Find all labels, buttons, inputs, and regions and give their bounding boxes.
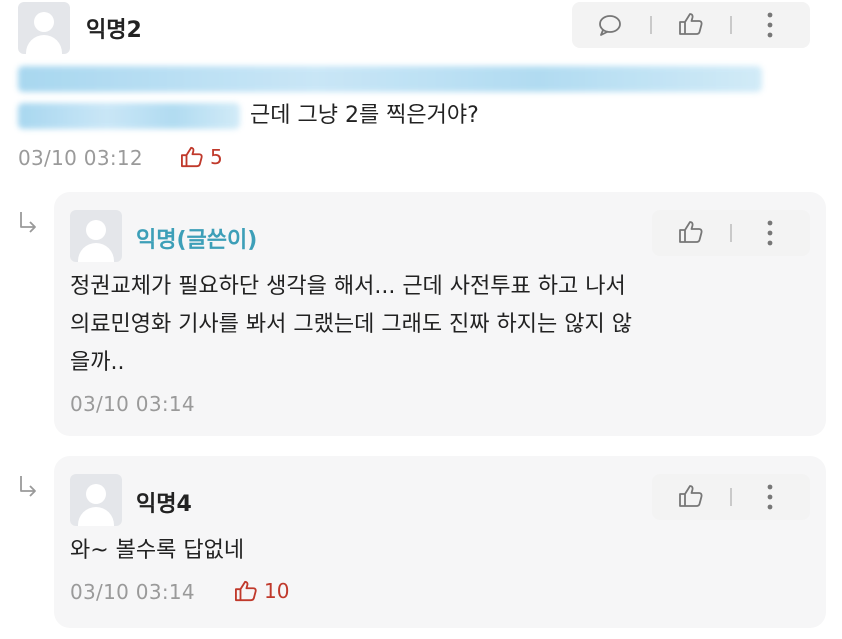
thumbs-up-icon[interactable] (678, 12, 704, 36)
comment-text: 근데 그냥 2를 찍은거야? (250, 103, 479, 128)
action-divider (730, 224, 732, 242)
comment-author[interactable]: 익명2 (86, 12, 142, 44)
comment-timestamp: 03/10 03:12 (18, 146, 143, 170)
avatar[interactable] (70, 474, 122, 526)
reply-timestamp: 03/10 03:14 (70, 392, 195, 416)
comment-like-count: 5 (210, 145, 223, 169)
reply-author[interactable]: 익명4 (136, 486, 192, 518)
reply-like-count: 10 (264, 579, 290, 603)
reply-action-bar (652, 210, 810, 256)
reply-card: 익명(글쓴이) 정권교체가 필요하단 생각을 해서... 근데 사전투표 하고 … (54, 192, 826, 436)
comment-action-bar (572, 2, 810, 48)
reply-text: 와~ 볼수록 답없네 (70, 538, 245, 563)
action-divider (650, 16, 652, 34)
reply-author[interactable]: 익명(글쓴이) (136, 222, 257, 254)
action-divider (730, 16, 732, 34)
comment-icon[interactable] (598, 14, 622, 36)
reply-text-line: 의료민영화 기사를 봐서 그랬는데 그래도 진짜 하지는 않지 않 (70, 312, 632, 337)
reply-arrow-icon (20, 476, 36, 497)
thumbs-up-icon[interactable] (678, 220, 704, 244)
reply-action-bar (652, 474, 810, 520)
avatar[interactable] (18, 2, 70, 54)
blurred-link-line-2[interactable] (18, 103, 240, 129)
avatar[interactable] (70, 210, 122, 262)
reply-text-line: 정권교체가 필요하단 생각을 해서... 근데 사전투표 하고 나서 (70, 274, 626, 299)
thumbs-up-icon[interactable] (678, 484, 704, 508)
blurred-link-line-1[interactable] (18, 66, 762, 92)
more-icon[interactable] (767, 484, 773, 510)
more-icon[interactable] (767, 12, 773, 38)
thumbs-up-icon (235, 580, 257, 602)
more-icon[interactable] (767, 220, 773, 246)
reply-text-line: 을까.. (70, 350, 125, 375)
reply-arrow-icon (20, 212, 36, 233)
reply-timestamp: 03/10 03:14 (70, 580, 195, 604)
reply-card: 익명4 와~ 볼수록 답없네 03/10 03:14 10 (54, 456, 826, 628)
thumbs-up-icon (181, 146, 203, 168)
action-divider (730, 488, 732, 506)
